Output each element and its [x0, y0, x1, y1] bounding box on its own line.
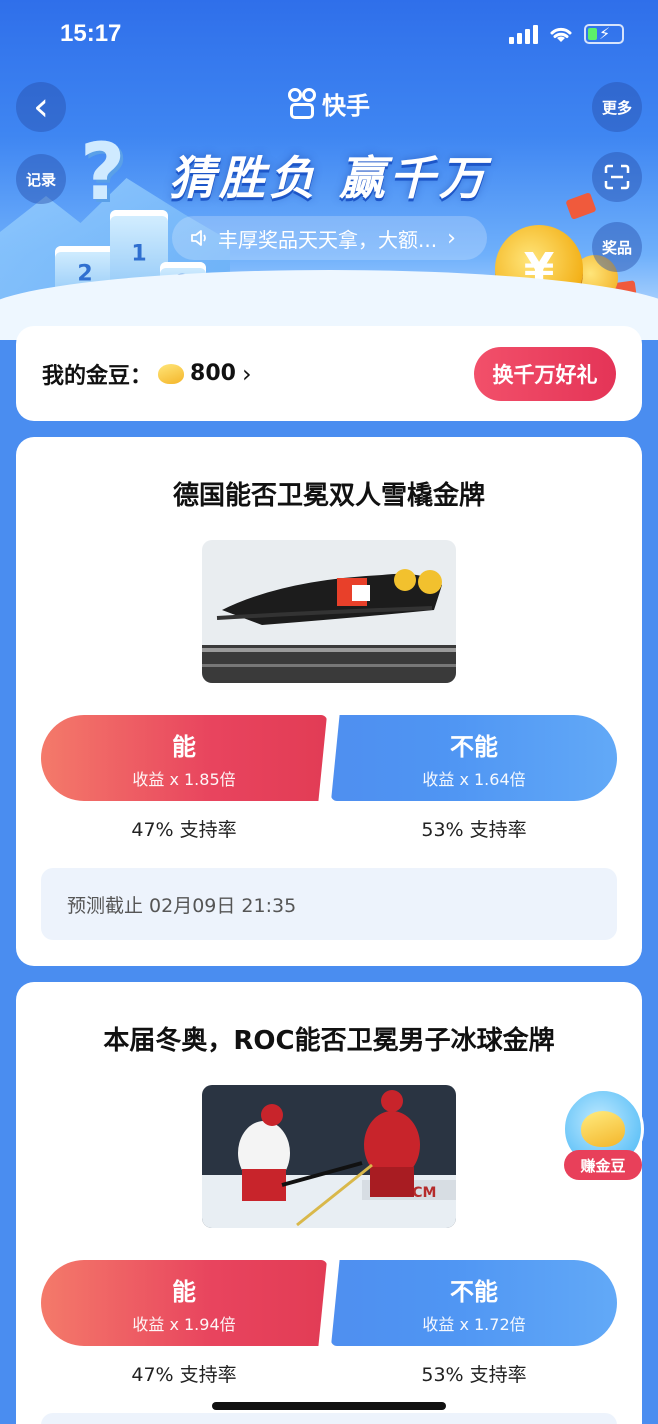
yes-label: 能	[172, 732, 196, 761]
question-title: 德国能否卫冕双人雪橇金牌	[172, 481, 485, 511]
app-name: 快手	[322, 92, 370, 120]
app-logo: 快手	[288, 86, 370, 121]
yes-support-rate: 47% 支持率	[131, 1364, 237, 1386]
status-time: 15:17	[60, 20, 122, 47]
speaker-icon	[191, 230, 206, 246]
yes-odds: 收益 x 1.94倍	[132, 1314, 236, 1334]
yes-odds: 收益 x 1.85倍	[132, 769, 236, 789]
ice-hockey-photo: CCM	[202, 1085, 456, 1228]
signal-icon	[509, 24, 538, 44]
announcement-bar[interactable]: 丰厚奖品天天拿，大额... ›	[172, 216, 487, 260]
kuaishou-logo-icon	[288, 87, 318, 120]
bean-label: 我的金豆：	[42, 363, 153, 389]
home-indicator[interactable]	[212, 1402, 446, 1410]
exchange-gifts-button[interactable]: 换千万好礼	[474, 346, 616, 401]
battery-icon: ⚡	[584, 24, 624, 44]
luge-photo	[202, 540, 456, 683]
prediction-deadline	[41, 1413, 617, 1424]
no-label: 不能	[450, 732, 498, 761]
no-support-rate: 53% 支持率	[421, 819, 527, 841]
bean-value: 800	[190, 361, 236, 386]
chevron-right-icon: ›	[241, 359, 252, 388]
question-title: 本届冬奥，ROC能否卫冕男子冰球金牌	[103, 1026, 555, 1056]
wifi-icon	[550, 27, 572, 42]
back-button[interactable]: ‹	[16, 82, 66, 132]
prizes-button[interactable]: 奖品	[592, 222, 642, 272]
yes-option-button[interactable]: 能 收益 x 1.94倍	[41, 1260, 327, 1346]
no-option-button[interactable]: 不能 收益 x 1.64倍	[331, 715, 617, 801]
no-label: 不能	[450, 1277, 498, 1306]
prediction-deadline: 预测截止 02月09日 21:35	[41, 868, 617, 940]
page-title: 猜胜负 赢千万	[168, 151, 489, 205]
more-button[interactable]: 更多	[592, 82, 642, 132]
earn-beans-label: 赚金豆	[564, 1150, 642, 1180]
gold-bean-icon	[158, 363, 185, 384]
question-card: 本届冬奥，ROC能否卫冕男子冰球金牌 CCM 能 收益 x 1.94倍 不能 收…	[16, 982, 642, 1424]
yes-label: 能	[172, 1277, 196, 1306]
no-option-button[interactable]: 不能 收益 x 1.72倍	[331, 1260, 617, 1346]
earn-beans-button[interactable]: 赚金豆	[560, 1088, 646, 1184]
no-odds: 收益 x 1.72倍	[422, 1314, 526, 1334]
yes-support-rate: 47% 支持率	[131, 819, 237, 841]
announcement-text: 丰厚奖品天天拿，大额...	[218, 227, 438, 252]
no-odds: 收益 x 1.64倍	[422, 769, 526, 789]
bean-balance[interactable]: 我的金豆： 800 ›	[42, 358, 252, 390]
no-support-rate: 53% 支持率	[421, 1364, 527, 1386]
status-icons: ⚡	[509, 24, 624, 44]
chevron-right-icon: ›	[447, 225, 456, 251]
yes-option-button[interactable]: 能 收益 x 1.85倍	[41, 715, 327, 801]
header-banner: ? 2 1 3 ¥ 15:17 ⚡ ‹ 记录 更多 奖品 快手	[0, 0, 658, 340]
bean-balance-card: 我的金豆： 800 › 换千万好礼	[16, 326, 642, 421]
question-card: 德国能否卫冕双人雪橇金牌 能 收益 x 1.85倍 不能 收益 x 1.64倍 …	[16, 437, 642, 966]
